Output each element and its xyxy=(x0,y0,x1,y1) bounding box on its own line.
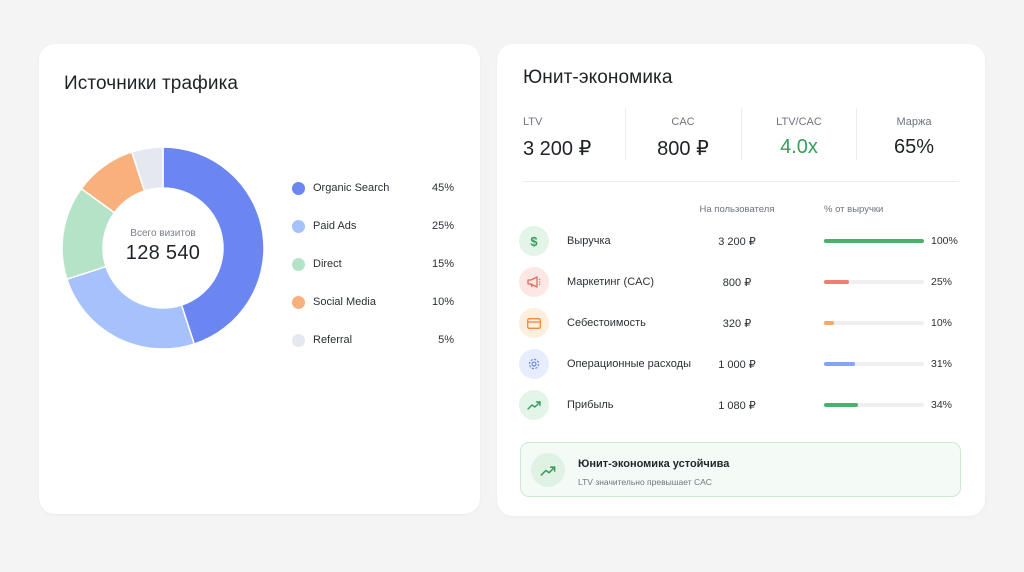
legend-value: 15% xyxy=(431,258,454,270)
legend-label: Organic Search xyxy=(313,182,390,194)
kpi-value: 800 ₽ xyxy=(657,138,709,160)
kpi-margin: Маржа 65% xyxy=(857,106,971,164)
row-revenue[interactable]: $ Выручка 3 200 ₽ 100% xyxy=(519,221,963,261)
kpi-value: 4.0x xyxy=(780,136,818,158)
legend-dot xyxy=(292,181,305,195)
row-value: 1 080 ₽ xyxy=(718,400,756,412)
kpi-value: 65% xyxy=(893,136,935,158)
row-marketing[interactable]: Маркетинг (CAC) 800 ₽ 25% xyxy=(519,262,963,302)
legend-item-direct[interactable]: Direct 15% xyxy=(292,245,454,283)
row-bar-track xyxy=(824,403,924,407)
dollar-icon: $ xyxy=(519,226,549,256)
row-name: Операционные расходы xyxy=(567,358,691,370)
row-value: 320 ₽ xyxy=(722,318,752,330)
row-opex[interactable]: Операционные расходы 1 000 ₽ 31% xyxy=(519,344,963,384)
row-pct: 25% xyxy=(931,276,953,288)
kpi-label: CAC xyxy=(671,116,695,128)
kpi-label: Маржа xyxy=(896,116,932,128)
row-profit[interactable]: Прибыль 1 080 ₽ 34% xyxy=(519,385,963,425)
row-name: Себестоимость xyxy=(567,317,646,329)
gear-icon xyxy=(519,349,549,379)
row-bar-fill xyxy=(824,362,855,366)
traffic-legend: Organic Search 45% Paid Ads 25% Direct 1… xyxy=(292,169,454,359)
kpi-value: 3 200 ₽ xyxy=(523,138,592,160)
legend-item-organic-search[interactable]: Organic Search 45% xyxy=(292,169,454,207)
row-pct: 34% xyxy=(931,399,953,411)
row-name: Маркетинг (CAC) xyxy=(567,276,655,288)
legend-label: Direct xyxy=(313,258,342,270)
row-bar-track xyxy=(824,239,924,243)
kpi-ltv: LTV 3 200 ₽ xyxy=(523,106,623,164)
row-value: 3 200 ₽ xyxy=(718,236,756,248)
megaphone-glyph xyxy=(527,276,541,288)
row-name: Выручка xyxy=(567,235,611,247)
trend-glyph xyxy=(527,401,541,410)
legend-dot xyxy=(292,295,305,309)
unit-economics-card: Юнит-экономика LTV 3 200 ₽ CAC 800 ₽ LTV… xyxy=(497,44,985,516)
legend-dot xyxy=(292,219,305,233)
trend-glyph xyxy=(540,465,556,476)
legend-item-social-media[interactable]: Social Media 10% xyxy=(292,283,454,321)
unit-title: Юнит-экономика xyxy=(523,67,673,88)
row-bar-fill xyxy=(824,321,834,325)
kpi-row: LTV 3 200 ₽ CAC 800 ₽ LTV/CAC 4.0x Маржа… xyxy=(497,106,985,164)
row-name: Прибыль xyxy=(567,399,614,411)
kpi-cac: CAC 800 ₽ xyxy=(626,106,740,164)
legend-dot xyxy=(292,257,305,271)
legend-item-referral[interactable]: Referral 5% xyxy=(292,321,454,359)
donut-center: Всего визитов 128 540 xyxy=(61,146,265,350)
total-visits-label: Всего визитов xyxy=(130,227,196,239)
row-bar-fill xyxy=(824,280,849,284)
legend-label: Social Media xyxy=(313,296,376,308)
row-cost[interactable]: Себестоимость 320 ₽ 10% xyxy=(519,303,963,343)
kpi-label: LTV xyxy=(523,116,543,128)
status-title: Юнит-экономика устойчива xyxy=(578,458,730,470)
section-divider xyxy=(523,181,959,182)
traffic-title: Источники трафика xyxy=(64,73,239,94)
row-value: 800 ₽ xyxy=(722,277,752,289)
legend-item-paid-ads[interactable]: Paid Ads 25% xyxy=(292,207,454,245)
trend-up-icon xyxy=(519,390,549,420)
legend-dot xyxy=(292,333,305,347)
row-bar-track xyxy=(824,321,924,325)
megaphone-icon xyxy=(519,267,549,297)
legend-value: 25% xyxy=(431,220,454,232)
gear-glyph xyxy=(528,358,540,370)
row-bar-track xyxy=(824,362,924,366)
status-subtitle: LTV значительно превышает CAC xyxy=(578,477,712,487)
traffic-donut-chart: Всего визитов 128 540 xyxy=(61,146,265,350)
kpi-ltv-cac: LTV/CAC 4.0x xyxy=(742,106,856,164)
status-banner: Юнит-экономика устойчива LTV значительно… xyxy=(520,442,961,497)
total-visits-value: 128 540 xyxy=(125,241,201,264)
legend-value: 10% xyxy=(431,296,454,308)
card-glyph xyxy=(527,317,541,329)
row-pct: 100% xyxy=(931,235,958,247)
traffic-sources-card: Источники трафика Всего визитов 128 540 … xyxy=(39,44,480,514)
row-bar-fill xyxy=(824,239,924,243)
row-bar-track xyxy=(824,280,924,284)
legend-value: 45% xyxy=(431,182,454,194)
kpi-label: LTV/CAC xyxy=(776,116,822,128)
header-pct-revenue: % от выручки xyxy=(824,204,884,215)
header-per-user: На пользователя xyxy=(699,204,775,215)
row-bar-fill xyxy=(824,403,858,407)
row-pct: 10% xyxy=(931,317,953,329)
legend-label: Referral xyxy=(313,334,353,346)
legend-label: Paid Ads xyxy=(313,220,357,232)
card-icon xyxy=(519,308,549,338)
trend-up-icon xyxy=(531,453,565,487)
row-value: 1 000 ₽ xyxy=(718,359,756,371)
legend-value: 5% xyxy=(438,334,454,346)
row-pct: 31% xyxy=(931,358,953,370)
